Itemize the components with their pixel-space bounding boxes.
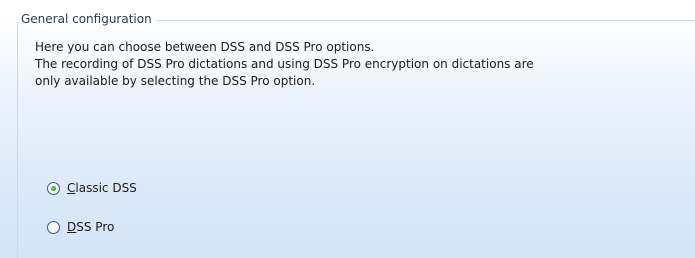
radio-unselected-icon[interactable] [47,220,60,234]
radio-dot [51,185,56,191]
dss-pro-mnemonic: D [67,220,77,234]
dss-pro-label[interactable]: DSS Pro [67,220,114,234]
description-line-3: only available by selecting the DSS Pro … [35,74,316,88]
description-line-1: Here you can choose between DSS and DSS … [35,40,375,54]
dss-pro-label-rest: SS Pro [76,220,115,234]
description-text: Here you can choose between DSS and DSS … [35,39,675,90]
groupbox-title: General configuration [19,10,156,28]
classic-dss-radio-option[interactable]: Classic DSS [47,178,137,198]
classic-dss-label[interactable]: Classic DSS [67,181,137,195]
dss-pro-radio-option[interactable]: DSS Pro [47,217,114,237]
classic-dss-label-rest: lassic DSS [75,181,137,195]
radio-selected-icon[interactable] [47,181,60,195]
description-line-2: The recording of DSS Pro dictations and … [35,57,534,71]
